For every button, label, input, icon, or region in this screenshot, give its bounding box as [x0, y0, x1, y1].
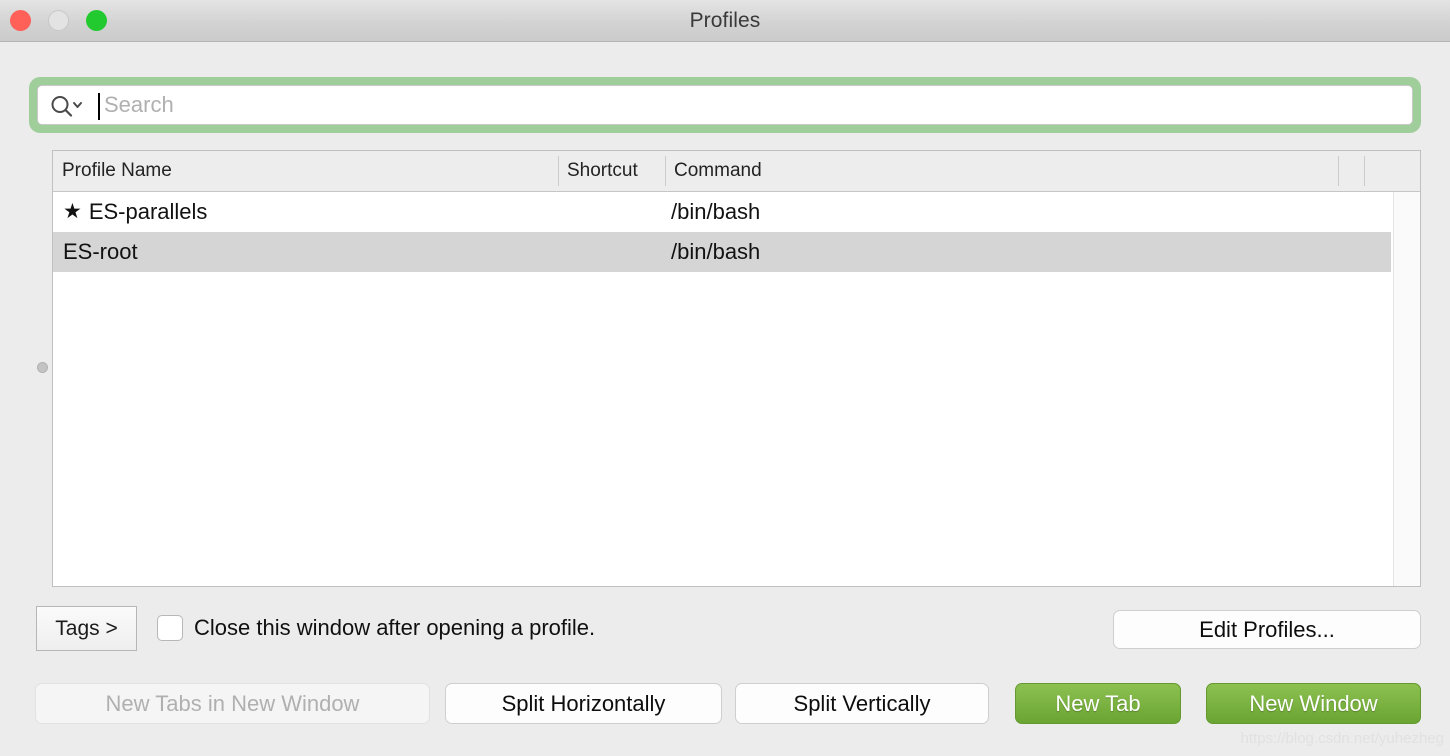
column-divider[interactable] — [1338, 156, 1339, 186]
cell-command: /bin/bash — [671, 199, 761, 224]
cell-profile-name: ★ ES-parallels — [63, 192, 207, 233]
cell-command: /bin/bash — [671, 239, 761, 264]
profiles-table: Profile Name Shortcut Command ★ ES-parall… — [52, 150, 1421, 587]
edit-profiles-button[interactable]: Edit Profiles... — [1113, 610, 1421, 649]
watermark-text: https://blog.csdn.net/yuhezheg — [1240, 730, 1444, 747]
favorite-star-icon[interactable]: ★ — [63, 200, 82, 223]
column-divider[interactable] — [558, 156, 559, 186]
new-tab-button[interactable]: New Tab — [1015, 683, 1181, 724]
table-header: Profile Name Shortcut Command — [53, 151, 1420, 192]
column-divider[interactable] — [1364, 156, 1365, 186]
new-tabs-in-new-window-button: New Tabs in New Window — [35, 683, 430, 724]
title-bar: Profiles — [0, 0, 1450, 42]
search-placeholder: Search — [104, 92, 174, 117]
split-vertically-button[interactable]: Split Vertically — [735, 683, 989, 724]
table-row[interactable]: ★ ES-parallels /bin/bash — [53, 192, 1391, 232]
column-header-command[interactable]: Command — [674, 151, 762, 191]
window-title: Profiles — [689, 9, 761, 32]
column-header-shortcut[interactable]: Shortcut — [567, 151, 638, 191]
resize-handle-dot[interactable] — [37, 362, 48, 373]
split-horizontally-button[interactable]: Split Horizontally — [445, 683, 722, 724]
profiles-window: Profiles Search Profile Name Shortcut Co… — [0, 0, 1450, 756]
search-icon[interactable] — [50, 95, 84, 117]
text-caret — [98, 93, 100, 120]
profile-name-text: ES-parallels — [88, 199, 208, 224]
table-row[interactable]: ES-root /bin/bash — [53, 232, 1391, 272]
tags-button[interactable]: Tags > — [36, 606, 137, 651]
close-window-checkbox[interactable] — [157, 615, 183, 641]
search-focus-ring: Search — [29, 77, 1421, 133]
table-body: ★ ES-parallels /bin/bash ES-root /bin/bas… — [53, 192, 1420, 586]
vertical-scrollbar[interactable] — [1393, 192, 1420, 586]
new-window-button[interactable]: New Window — [1206, 683, 1421, 724]
profile-name-text: ES-root — [63, 239, 138, 264]
column-header-profile-name[interactable]: Profile Name — [62, 151, 172, 191]
cell-profile-name: ES-root — [63, 232, 138, 272]
column-divider[interactable] — [665, 156, 666, 186]
close-window-checkbox-label[interactable]: Close this window after opening a profil… — [194, 612, 595, 644]
search-input[interactable]: Search — [37, 85, 1413, 125]
